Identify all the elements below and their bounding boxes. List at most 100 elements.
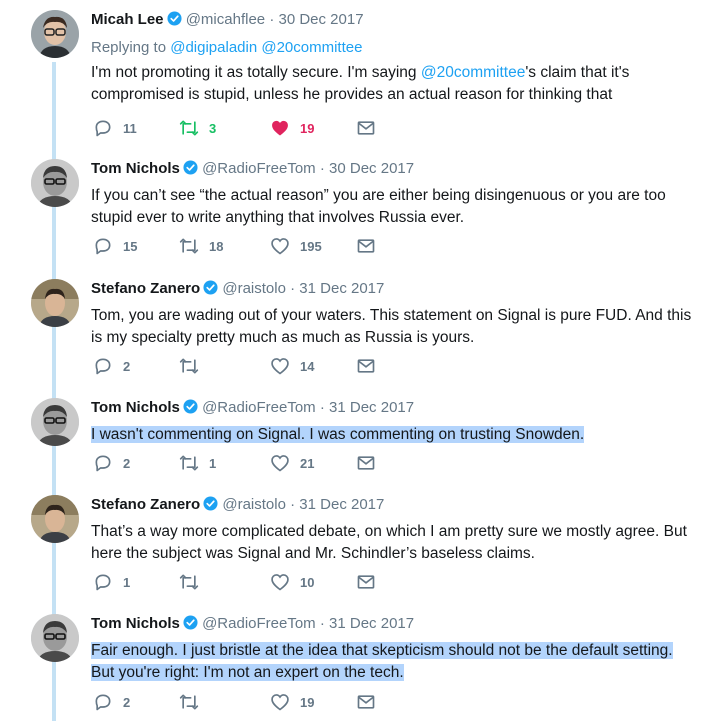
mention-link[interactable]: @20committee <box>261 39 362 56</box>
timestamp[interactable]: 31 Dec 2017 <box>329 399 414 416</box>
retweet-count: 18 <box>209 239 224 254</box>
reply-icon <box>95 238 111 255</box>
tweet-text-part: If you can’t see “the actual reason” you… <box>91 187 666 226</box>
author-name[interactable]: Stefano Zanero <box>91 280 200 297</box>
separator: · <box>269 11 275 28</box>
like-count: 10 <box>300 575 315 590</box>
reply-count: 1 <box>123 575 131 590</box>
author-handle[interactable]: @RadioFreeTom <box>202 160 316 177</box>
author-handle[interactable]: @raistolo <box>222 280 286 297</box>
author-name[interactable]: Tom Nichols <box>91 160 180 177</box>
tweet-text-part: I'm not promoting it as totally secure. … <box>91 64 421 81</box>
avatar-image <box>31 159 79 207</box>
reply-icon <box>95 694 111 711</box>
retweet-icon <box>179 455 199 471</box>
timestamp[interactable]: 30 Dec 2017 <box>278 11 363 28</box>
avatar[interactable] <box>31 495 79 543</box>
retweet-icon <box>179 574 199 590</box>
tweet-header: Tom Nichols @RadioFreeTom · 30 Dec 2017 <box>91 159 697 181</box>
timestamp[interactable]: 31 Dec 2017 <box>299 280 384 297</box>
retweet-count: 1 <box>209 456 217 471</box>
separator: · <box>319 615 325 632</box>
avatar-image <box>31 398 79 446</box>
envelope-icon <box>357 239 375 253</box>
tweet-header: Stefano Zanero @raistolo · 31 Dec 2017 <box>91 279 697 301</box>
tweet-text-part: Tom, you are wading out of your waters. … <box>91 307 692 346</box>
author-handle[interactable]: @raistolo <box>222 496 286 513</box>
avatar[interactable] <box>31 398 79 446</box>
verified-badge-icon <box>183 399 198 420</box>
tweet-text: I wasn't commenting on Signal. I was com… <box>91 424 697 446</box>
reply-icon <box>95 120 111 137</box>
envelope-icon <box>357 121 375 135</box>
tweet-body: Stefano Zanero @raistolo · 31 Dec 2017 T… <box>91 495 697 565</box>
tweet-header: Stefano Zanero @raistolo · 31 Dec 2017 <box>91 495 697 517</box>
avatar-image <box>31 614 79 662</box>
tweet-text: I'm not promoting it as totally secure. … <box>91 62 697 106</box>
avatar[interactable] <box>31 279 79 327</box>
timestamp[interactable]: 30 Dec 2017 <box>329 160 414 177</box>
separator: · <box>319 399 325 416</box>
separator: · <box>290 280 296 297</box>
tweet-body: Stefano Zanero @raistolo · 31 Dec 2017 T… <box>91 279 697 349</box>
avatar[interactable] <box>31 10 79 58</box>
tweet-body: Micah Lee @micahflee · 30 Dec 2017 Reply… <box>91 10 697 106</box>
reply-count: 2 <box>123 359 131 374</box>
separator: · <box>319 160 325 177</box>
author-handle[interactable]: @micahflee <box>186 11 265 28</box>
reply-icon <box>95 358 111 375</box>
like-count: 21 <box>300 456 315 471</box>
heart-icon <box>271 455 289 472</box>
tweet-text: Tom, you are wading out of your waters. … <box>91 305 697 349</box>
envelope-icon <box>357 456 375 470</box>
reply-count: 11 <box>123 121 137 136</box>
tweet-text: If you can’t see “the actual reason” you… <box>91 185 697 229</box>
reply-icon <box>95 574 111 591</box>
tweet-body: Tom Nichols @RadioFreeTom · 31 Dec 2017 … <box>91 398 697 446</box>
reply-count: 2 <box>123 456 131 471</box>
retweet-icon <box>179 120 199 136</box>
like-count: 195 <box>300 239 322 254</box>
reply-count: 2 <box>123 695 131 710</box>
like-count: 19 <box>300 695 315 710</box>
verified-badge-icon <box>183 160 198 181</box>
author-name[interactable]: Micah Lee <box>91 11 164 28</box>
retweet-count: 3 <box>209 121 217 136</box>
heart-icon <box>272 120 288 136</box>
avatar-image <box>31 495 79 543</box>
heart-icon <box>271 358 289 375</box>
envelope-icon <box>357 575 375 589</box>
timestamp[interactable]: 31 Dec 2017 <box>329 615 414 632</box>
mention-link[interactable]: @digipaladin <box>170 39 257 56</box>
author-name[interactable]: Stefano Zanero <box>91 496 200 513</box>
author-handle[interactable]: @RadioFreeTom <box>202 399 316 416</box>
heart-icon <box>271 238 289 255</box>
reply-icon <box>95 455 111 472</box>
like-count: 14 <box>300 359 315 374</box>
avatar[interactable] <box>31 614 79 662</box>
retweet-icon <box>179 358 199 374</box>
verified-badge-icon <box>203 496 218 517</box>
mention-link[interactable]: @20committee <box>421 64 525 81</box>
reply-count: 15 <box>123 239 138 254</box>
timestamp[interactable]: 31 Dec 2017 <box>299 496 384 513</box>
separator: · <box>290 496 296 513</box>
replying-to-label: Replying to <box>91 39 171 56</box>
avatar[interactable] <box>31 159 79 207</box>
author-handle[interactable]: @RadioFreeTom <box>202 615 316 632</box>
retweet-icon <box>179 694 199 710</box>
author-name[interactable]: Tom Nichols <box>91 615 180 632</box>
tweet-text: That’s a way more complicated debate, on… <box>91 521 697 565</box>
envelope-icon <box>357 359 375 373</box>
tweet-header: Tom Nichols @RadioFreeTom · 31 Dec 2017 <box>91 398 697 420</box>
heart-icon <box>271 694 289 711</box>
tweet-text-part: I wasn't commenting on Signal. I was com… <box>91 426 585 443</box>
author-name[interactable]: Tom Nichols <box>91 399 180 416</box>
verified-badge-icon <box>203 280 218 301</box>
verified-badge-icon <box>183 615 198 636</box>
tweet-text-part: Fair enough. I just bristle at the idea … <box>91 642 673 681</box>
heart-icon <box>271 574 289 591</box>
envelope-icon <box>357 695 375 709</box>
verified-badge-icon <box>167 11 182 32</box>
tweet-body: Tom Nichols @RadioFreeTom · 31 Dec 2017 … <box>91 614 697 684</box>
